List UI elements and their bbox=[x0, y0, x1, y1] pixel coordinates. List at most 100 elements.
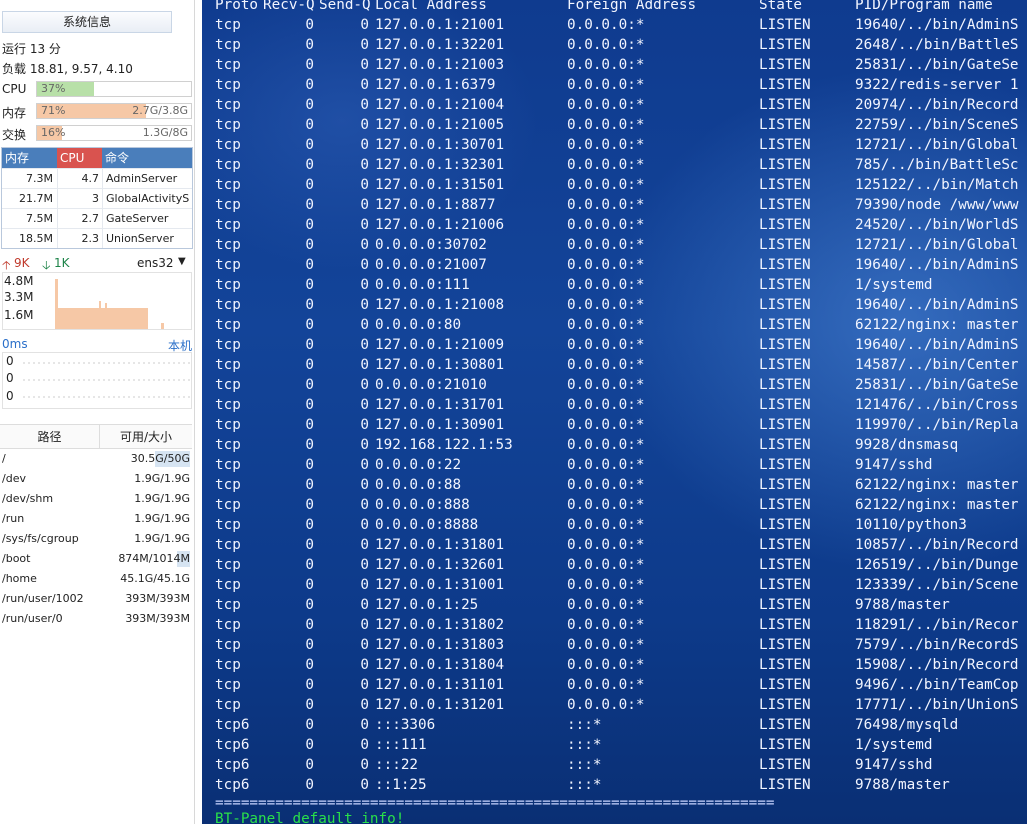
local-address-cell: 0.0.0.0:8888 bbox=[375, 517, 479, 533]
disk-size: 1.9G/1.9G bbox=[134, 532, 190, 545]
process-cpu: 3 bbox=[57, 189, 102, 208]
terminal-output[interactable]: Proto Recv-Q Send-Q Local Address Foreig… bbox=[202, 0, 1027, 824]
foreign-address-cell: 0.0.0.0:* bbox=[567, 557, 645, 573]
pid-program-cell: 9496/../bin/TeamCop bbox=[855, 677, 1019, 693]
disk-row[interactable]: /dev/shm 1.9G/1.9G bbox=[0, 489, 192, 509]
state-cell: LISTEN bbox=[759, 777, 811, 793]
proto-cell: tcp bbox=[215, 457, 241, 473]
disk-size: 393M/393M bbox=[125, 612, 190, 625]
memory-meter-label: 内存 bbox=[2, 106, 27, 120]
local-address-cell: 127.0.0.1:31801 bbox=[375, 537, 505, 553]
size-column-header[interactable]: 可用/大小 bbox=[100, 425, 192, 448]
state-cell: LISTEN bbox=[759, 197, 811, 213]
process-row[interactable]: 7.3M 4.7 AdminServer bbox=[2, 168, 192, 188]
bt-panel-info-text: BT-Panel default info! bbox=[215, 811, 405, 824]
local-address-cell: 127.0.0.1:21001 bbox=[375, 17, 505, 33]
recv-q-cell: 0 bbox=[305, 617, 314, 633]
proto-cell: tcp bbox=[215, 137, 241, 153]
state-cell: LISTEN bbox=[759, 117, 811, 133]
cpu-column-header[interactable]: CPU bbox=[57, 148, 102, 168]
state-cell: LISTEN bbox=[759, 137, 811, 153]
disk-row[interactable]: /run/user/1002 393M/393M bbox=[0, 589, 192, 609]
download-speed: 1K bbox=[54, 256, 70, 270]
recv-q-cell: 0 bbox=[305, 237, 314, 253]
state-cell: LISTEN bbox=[759, 357, 811, 373]
send-q-cell: 0 bbox=[360, 257, 369, 273]
chevron-down-icon[interactable]: ▼ bbox=[178, 256, 186, 267]
network-interface-select[interactable]: ens32 bbox=[137, 256, 174, 270]
state-cell: LISTEN bbox=[759, 657, 811, 673]
proto-cell: tcp bbox=[215, 417, 241, 433]
state-cell: LISTEN bbox=[759, 17, 811, 33]
recv-q-cell: 0 bbox=[305, 157, 314, 173]
proto-cell: tcp6 bbox=[215, 777, 250, 793]
foreign-address-cell: 0.0.0.0:* bbox=[567, 417, 645, 433]
process-row[interactable]: 18.5M 2.3 UnionServer bbox=[2, 228, 192, 248]
foreign-address-cell: 0.0.0.0:* bbox=[567, 617, 645, 633]
recv-q-cell: 0 bbox=[305, 657, 314, 673]
send-q-cell: 0 bbox=[360, 657, 369, 673]
foreign-address-cell: 0.0.0.0:* bbox=[567, 217, 645, 233]
local-address-cell: 0.0.0.0:111 bbox=[375, 277, 470, 293]
disk-row[interactable]: /run 1.9G/1.9G bbox=[0, 509, 192, 529]
recv-q-cell: 0 bbox=[305, 417, 314, 433]
disk-row[interactable]: / 30.5G/50G bbox=[0, 449, 192, 469]
disk-row[interactable]: /sys/fs/cgroup 1.9G/1.9G bbox=[0, 529, 192, 549]
foreign-address-cell: 0.0.0.0:* bbox=[567, 77, 645, 93]
send-q-cell: 0 bbox=[360, 217, 369, 233]
command-column-header[interactable]: 命令 bbox=[102, 148, 192, 168]
system-info-button[interactable]: 系统信息 bbox=[2, 11, 172, 33]
local-address-cell: 0.0.0.0:80 bbox=[375, 317, 462, 333]
disk-row[interactable]: /run/user/0 393M/393M bbox=[0, 609, 192, 629]
state-cell: LISTEN bbox=[759, 57, 811, 73]
recv-q-cell: 0 bbox=[305, 37, 314, 53]
disk-row[interactable]: /dev 1.9G/1.9G bbox=[0, 469, 192, 489]
local-address-cell: 0.0.0.0:21007 bbox=[375, 257, 487, 273]
mem-column-header[interactable]: 内存 bbox=[2, 148, 57, 168]
foreign-address-cell: 0.0.0.0:* bbox=[567, 377, 645, 393]
pid-program-cell: 20974/../bin/Record bbox=[855, 97, 1019, 113]
pid-program-cell: 19640/../bin/AdminS bbox=[855, 297, 1019, 313]
local-address-cell: 0.0.0.0:30702 bbox=[375, 237, 487, 253]
recv-q-cell: 0 bbox=[305, 57, 314, 73]
proto-cell: tcp bbox=[215, 77, 241, 93]
foreign-address-cell: 0.0.0.0:* bbox=[567, 517, 645, 533]
local-address-cell: 127.0.0.1:31803 bbox=[375, 637, 505, 653]
proto-cell: tcp bbox=[215, 317, 241, 333]
state-cell: LISTEN bbox=[759, 337, 811, 353]
process-row[interactable]: 7.5M 2.7 GateServer bbox=[2, 208, 192, 228]
path-column-header[interactable]: 路径 bbox=[0, 425, 100, 448]
pid-program-cell: 7579/../bin/RecordS bbox=[855, 637, 1019, 653]
foreign-address-cell: 0.0.0.0:* bbox=[567, 457, 645, 473]
upload-speed: 9K bbox=[14, 256, 30, 270]
state-cell: LISTEN bbox=[759, 397, 811, 413]
proto-cell: tcp bbox=[215, 197, 241, 213]
recv-q-cell: 0 bbox=[305, 137, 314, 153]
recv-q-cell: 0 bbox=[305, 97, 314, 113]
proto-cell: tcp6 bbox=[215, 757, 250, 773]
pid-program-cell: 62122/nginx: master bbox=[855, 317, 1019, 333]
uptime-text: 运行 13 分 bbox=[2, 42, 61, 56]
send-q-cell: 0 bbox=[360, 137, 369, 153]
disk-path: /run/user/0 bbox=[2, 612, 63, 625]
local-address-cell: :::3306 bbox=[375, 717, 436, 733]
local-address-cell: 192.168.122.1:53 bbox=[375, 437, 513, 453]
send-q-cell: 0 bbox=[360, 157, 369, 173]
disk-row[interactable]: /home 45.1G/45.1G bbox=[0, 569, 192, 589]
pid-program-cell: 24520/../bin/WorldS bbox=[855, 217, 1019, 233]
foreign-address-cell: 0.0.0.0:* bbox=[567, 637, 645, 653]
state-cell: LISTEN bbox=[759, 457, 811, 473]
pid-program-cell: 22759/../bin/SceneS bbox=[855, 117, 1019, 133]
foreign-address-cell: 0.0.0.0:* bbox=[567, 197, 645, 213]
disk-row[interactable]: /boot 874M/1014M bbox=[0, 549, 192, 569]
proto-cell: tcp bbox=[215, 657, 241, 673]
state-cell: LISTEN bbox=[759, 577, 811, 593]
recv-q-cell: 0 bbox=[305, 257, 314, 273]
state-cell: LISTEN bbox=[759, 597, 811, 613]
recv-q-cell: 0 bbox=[305, 497, 314, 513]
local-address-cell: 127.0.0.1:21005 bbox=[375, 117, 505, 133]
pid-program-cell: 62122/nginx: master bbox=[855, 497, 1019, 513]
process-command: GlobalActivityS bbox=[102, 189, 192, 208]
process-row[interactable]: 21.7M 3 GlobalActivityS bbox=[2, 188, 192, 208]
cpu-meter: 37% bbox=[36, 81, 192, 97]
